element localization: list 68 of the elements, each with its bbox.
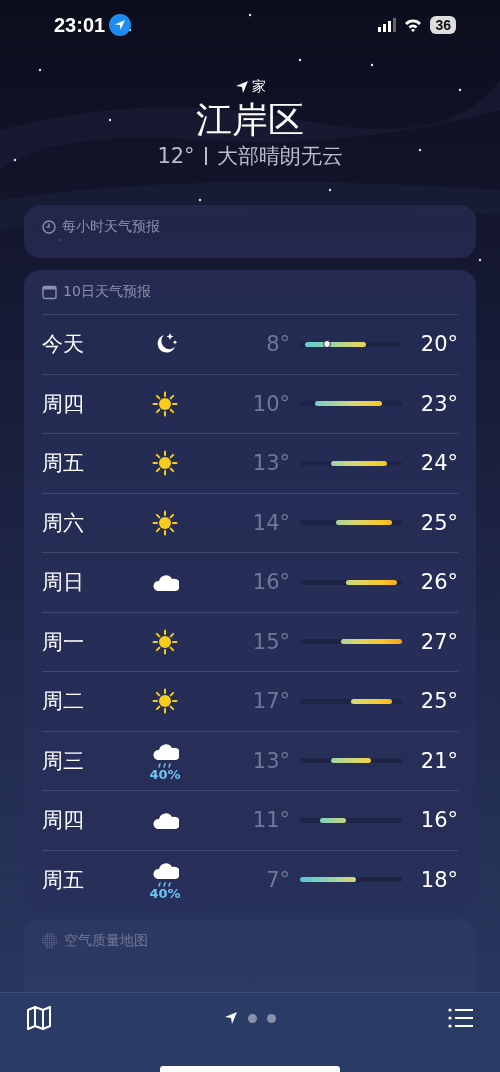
low-temperature: 16° <box>251 570 290 595</box>
low-temperature: 13° <box>251 451 290 476</box>
low-temperature: 15° <box>251 629 290 654</box>
high-temperature: 27° <box>419 629 458 654</box>
day-label: 周五 <box>42 866 85 894</box>
high-temperature: 25° <box>419 689 458 714</box>
temperature-range-bar <box>335 520 392 526</box>
dotted-circle-icon <box>42 933 58 949</box>
high-temperature: 20° <box>419 332 458 357</box>
day-label: 周五 <box>42 450 85 478</box>
temperature-range-bar <box>315 401 382 407</box>
low-temperature: 13° <box>251 748 290 773</box>
high-temperature: 26° <box>419 570 458 595</box>
day-label: 周四 <box>42 390 85 418</box>
day-label: 今天 <box>42 331 85 359</box>
low-temperature: 10° <box>251 391 290 416</box>
temperature-range-bar <box>330 758 372 764</box>
low-temperature: 8° <box>265 332 290 357</box>
day-label: 周六 <box>42 509 85 537</box>
temperature-range-bar <box>340 639 402 645</box>
day-label: 周日 <box>42 569 85 597</box>
precipitation-chance: 40% <box>149 886 181 901</box>
city-name: 江岸区 <box>196 98 304 142</box>
high-temperature: 25° <box>419 510 458 535</box>
precipitation-chance: 40% <box>149 767 181 782</box>
temperature-range-bar <box>330 460 387 466</box>
sun-icon <box>152 688 178 715</box>
temperature-range-bar <box>305 341 367 347</box>
card-title: 每小时天气预报 <box>62 218 160 236</box>
high-temperature: 18° <box>419 867 458 892</box>
card-title: 空气质量地图 <box>64 932 148 950</box>
sun-icon <box>152 509 178 536</box>
battery-level: 36 <box>430 16 456 34</box>
low-temperature: 11° <box>251 808 290 833</box>
map-icon <box>26 1005 52 1031</box>
calendar-icon <box>42 284 57 300</box>
sun-icon <box>152 390 178 417</box>
clock-icon <box>42 220 56 234</box>
sun-icon <box>152 628 178 655</box>
signal-icon <box>378 18 397 32</box>
list-icon <box>448 1007 474 1029</box>
card-title: 10日天气预报 <box>63 283 151 301</box>
location-arrow-icon <box>234 80 249 94</box>
high-temperature: 16° <box>419 808 458 833</box>
low-temperature: 14° <box>251 510 290 535</box>
map-button[interactable] <box>26 1005 52 1031</box>
home-label: 家 <box>251 78 266 96</box>
high-temperature: 23° <box>419 391 458 416</box>
sun-icon <box>152 450 178 477</box>
low-temperature: 7° <box>265 867 290 892</box>
low-temperature: 17° <box>251 689 290 714</box>
page-dot[interactable] <box>267 1013 276 1023</box>
day-label: 周四 <box>42 807 85 835</box>
day-label: 周一 <box>42 628 85 656</box>
list-button[interactable] <box>448 1007 474 1029</box>
high-temperature: 24° <box>419 451 458 476</box>
current-temperature: 12° <box>157 144 195 168</box>
page-dot[interactable] <box>248 1013 257 1023</box>
day-label: 周二 <box>42 688 85 716</box>
weather-condition: 大部晴朗无云 <box>216 143 343 170</box>
temperature-range-bar <box>300 877 357 883</box>
temperature-range-bar <box>351 698 392 704</box>
temperature-range-bar <box>320 817 346 823</box>
high-temperature: 21° <box>419 748 458 773</box>
temperature-range-bar <box>345 579 397 585</box>
day-label: 周三 <box>42 747 85 775</box>
clock-time: 23:01 <box>54 13 106 37</box>
wifi-icon <box>404 18 423 32</box>
